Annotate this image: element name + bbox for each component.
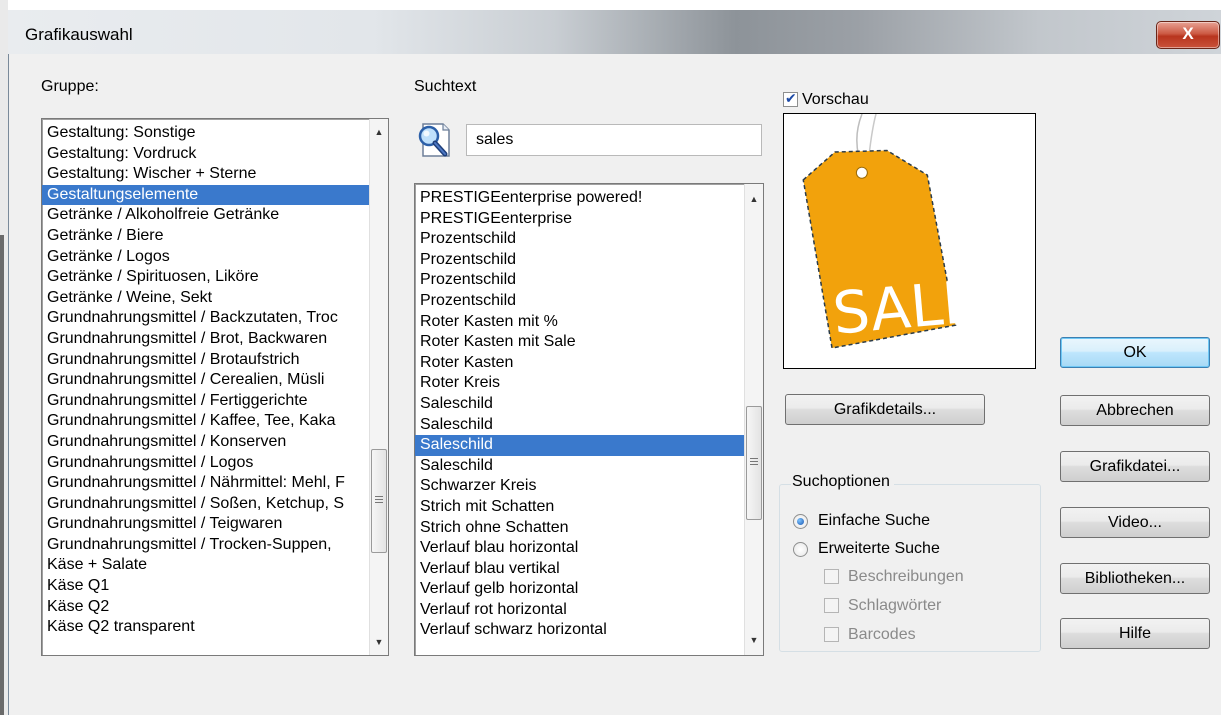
results-item[interactable]: Roter Kasten mit Sale	[415, 332, 744, 353]
results-item[interactable]: Saleschild	[415, 456, 744, 477]
group-item[interactable]: Getränke / Weine, Sekt	[42, 288, 369, 309]
group-scrollbar[interactable]: ▲ ▼	[369, 119, 388, 655]
cancel-button[interactable]: Abbrechen	[1060, 395, 1210, 426]
results-item[interactable]: Saleschild	[415, 415, 744, 436]
group-item[interactable]: Gestaltung: Sonstige	[42, 123, 369, 144]
extended-search-label: Erweiterte Suche	[818, 540, 940, 557]
group-item[interactable]: Grundnahrungsmittel / Konserven	[42, 432, 369, 453]
simple-search-radio[interactable]	[793, 514, 808, 529]
results-scrollbar[interactable]: ▲ ▼	[744, 184, 763, 655]
descriptions-checkbox[interactable]	[824, 569, 839, 584]
results-item[interactable]: Prozentschild	[415, 291, 744, 312]
video-button[interactable]: Video...	[1060, 507, 1210, 538]
preview-label: Vorschau	[802, 91, 869, 108]
group-item[interactable]: Grundnahrungsmittel / Brotaufstrich	[42, 350, 369, 371]
group-item[interactable]: Käse Q1	[42, 576, 369, 597]
search-options-title: Suchoptionen	[791, 473, 894, 491]
results-item[interactable]: Prozentschild	[415, 270, 744, 291]
group-item[interactable]: Grundnahrungsmittel / Cerealien, Müsli	[42, 370, 369, 391]
group-item[interactable]: Grundnahrungsmittel / Fertiggerichte	[42, 391, 369, 412]
graphic-file-button[interactable]: Grafikdatei...	[1060, 451, 1210, 482]
results-item[interactable]: Prozentschild	[415, 229, 744, 250]
group-item[interactable]: Gestaltung: Vordruck	[42, 144, 369, 165]
group-label: Gruppe:	[41, 78, 99, 95]
close-icon: X	[1182, 24, 1194, 43]
group-item[interactable]: Grundnahrungsmittel / Backzutaten, Troc	[42, 308, 369, 329]
close-button[interactable]: X	[1156, 21, 1220, 49]
title-bar[interactable]: Grafikauswahl X	[8, 10, 1221, 54]
group-item[interactable]: Grundnahrungsmittel / Soßen, Ketchup, S	[42, 494, 369, 515]
results-item[interactable]: Roter Kasten	[415, 353, 744, 374]
results-item[interactable]: Saleschild	[415, 394, 744, 415]
search-input[interactable]	[466, 124, 762, 156]
scroll-up-arrow-icon[interactable]: ▲	[370, 123, 388, 141]
group-item[interactable]: Käse Q2 transparent	[42, 617, 369, 638]
results-item[interactable]: Strich mit Schatten	[415, 497, 744, 518]
keywords-label: Schlagwörter	[848, 597, 942, 614]
results-item[interactable]: Prozentschild	[415, 250, 744, 271]
keywords-checkbox[interactable]	[824, 598, 839, 613]
barcodes-label: Barcodes	[848, 626, 916, 643]
results-item[interactable]: PRESTIGEenterprise powered!	[415, 188, 744, 209]
results-item[interactable]: Verlauf blau horizontal	[415, 538, 744, 559]
window-title: Grafikauswahl	[25, 25, 133, 44]
group-item[interactable]: Grundnahrungsmittel / Nährmittel: Mehl, …	[42, 473, 369, 494]
ok-button[interactable]: OK	[1060, 337, 1210, 368]
scroll-thumb[interactable]	[746, 406, 762, 520]
scroll-up-arrow-icon[interactable]: ▲	[745, 190, 763, 208]
results-item[interactable]: Roter Kreis	[415, 373, 744, 394]
results-item[interactable]: Verlauf rot horizontal	[415, 600, 744, 621]
results-item[interactable]: Verlauf schwarz horizontal	[415, 620, 744, 641]
graphic-details-button[interactable]: Grafikdetails...	[785, 394, 985, 425]
group-item[interactable]: Grundnahrungsmittel / Brot, Backwaren	[42, 329, 369, 350]
magnifier-document-icon	[411, 116, 457, 162]
group-item[interactable]: Käse Q2	[42, 597, 369, 618]
group-item[interactable]: Getränke / Biere	[42, 226, 369, 247]
group-item[interactable]: Getränke / Logos	[42, 247, 369, 268]
group-item[interactable]: Grundnahrungsmittel / Teigwaren	[42, 514, 369, 535]
group-item[interactable]: Getränke / Alkoholfreie Getränke	[42, 205, 369, 226]
barcodes-checkbox[interactable]	[824, 627, 839, 642]
descriptions-label: Beschreibungen	[848, 568, 964, 585]
group-item[interactable]: Grundnahrungsmittel / Trocken-Suppen,	[42, 535, 369, 556]
scroll-down-arrow-icon[interactable]: ▼	[370, 633, 388, 651]
preview-checkbox[interactable]	[783, 90, 798, 107]
results-item[interactable]: Strich ohne Schatten	[415, 518, 744, 539]
results-listbox[interactable]: PRESTIGEenterprise powered! PRESTIGEenter…	[414, 183, 764, 656]
results-item[interactable]: Verlauf gelb horizontal	[415, 579, 744, 600]
group-item[interactable]: Grundnahrungsmittel / Logos	[42, 453, 369, 474]
group-item[interactable]: Gestaltung: Wischer + Sterne	[42, 164, 369, 185]
help-button[interactable]: Hilfe	[1060, 618, 1210, 649]
results-item[interactable]: Roter Kasten mit %	[415, 312, 744, 333]
group-listbox[interactable]: Gestaltung: Sonstige Gestaltung: Vordruck…	[41, 118, 389, 656]
scroll-thumb[interactable]	[371, 449, 387, 553]
group-item[interactable]: Käse + Salate	[42, 555, 369, 576]
results-item[interactable]: Verlauf blau vertikal	[415, 559, 744, 580]
background-window-edge	[0, 0, 8, 715]
results-item[interactable]: Saleschild	[415, 435, 744, 456]
search-label: Suchtext	[414, 78, 477, 95]
group-item[interactable]: Gestaltungselemente	[42, 184, 369, 206]
libraries-button[interactable]: Bibliotheken...	[1060, 563, 1210, 594]
preview-frame: SALE	[783, 113, 1036, 369]
simple-search-label: Einfache Suche	[818, 512, 931, 529]
results-item[interactable]: Schwarzer Kreis	[415, 476, 744, 497]
sale-tag-text: SALE	[830, 267, 982, 348]
group-item[interactable]: Getränke / Spirituosen, Liköre	[42, 267, 369, 288]
results-item[interactable]: PRESTIGEenterprise	[415, 209, 744, 230]
group-item[interactable]: Grundnahrungsmittel / Kaffee, Tee, Kaka	[42, 411, 369, 432]
extended-search-radio[interactable]	[793, 542, 808, 557]
scroll-down-arrow-icon[interactable]: ▼	[745, 631, 763, 649]
sale-tag-image: SALE	[802, 114, 982, 349]
